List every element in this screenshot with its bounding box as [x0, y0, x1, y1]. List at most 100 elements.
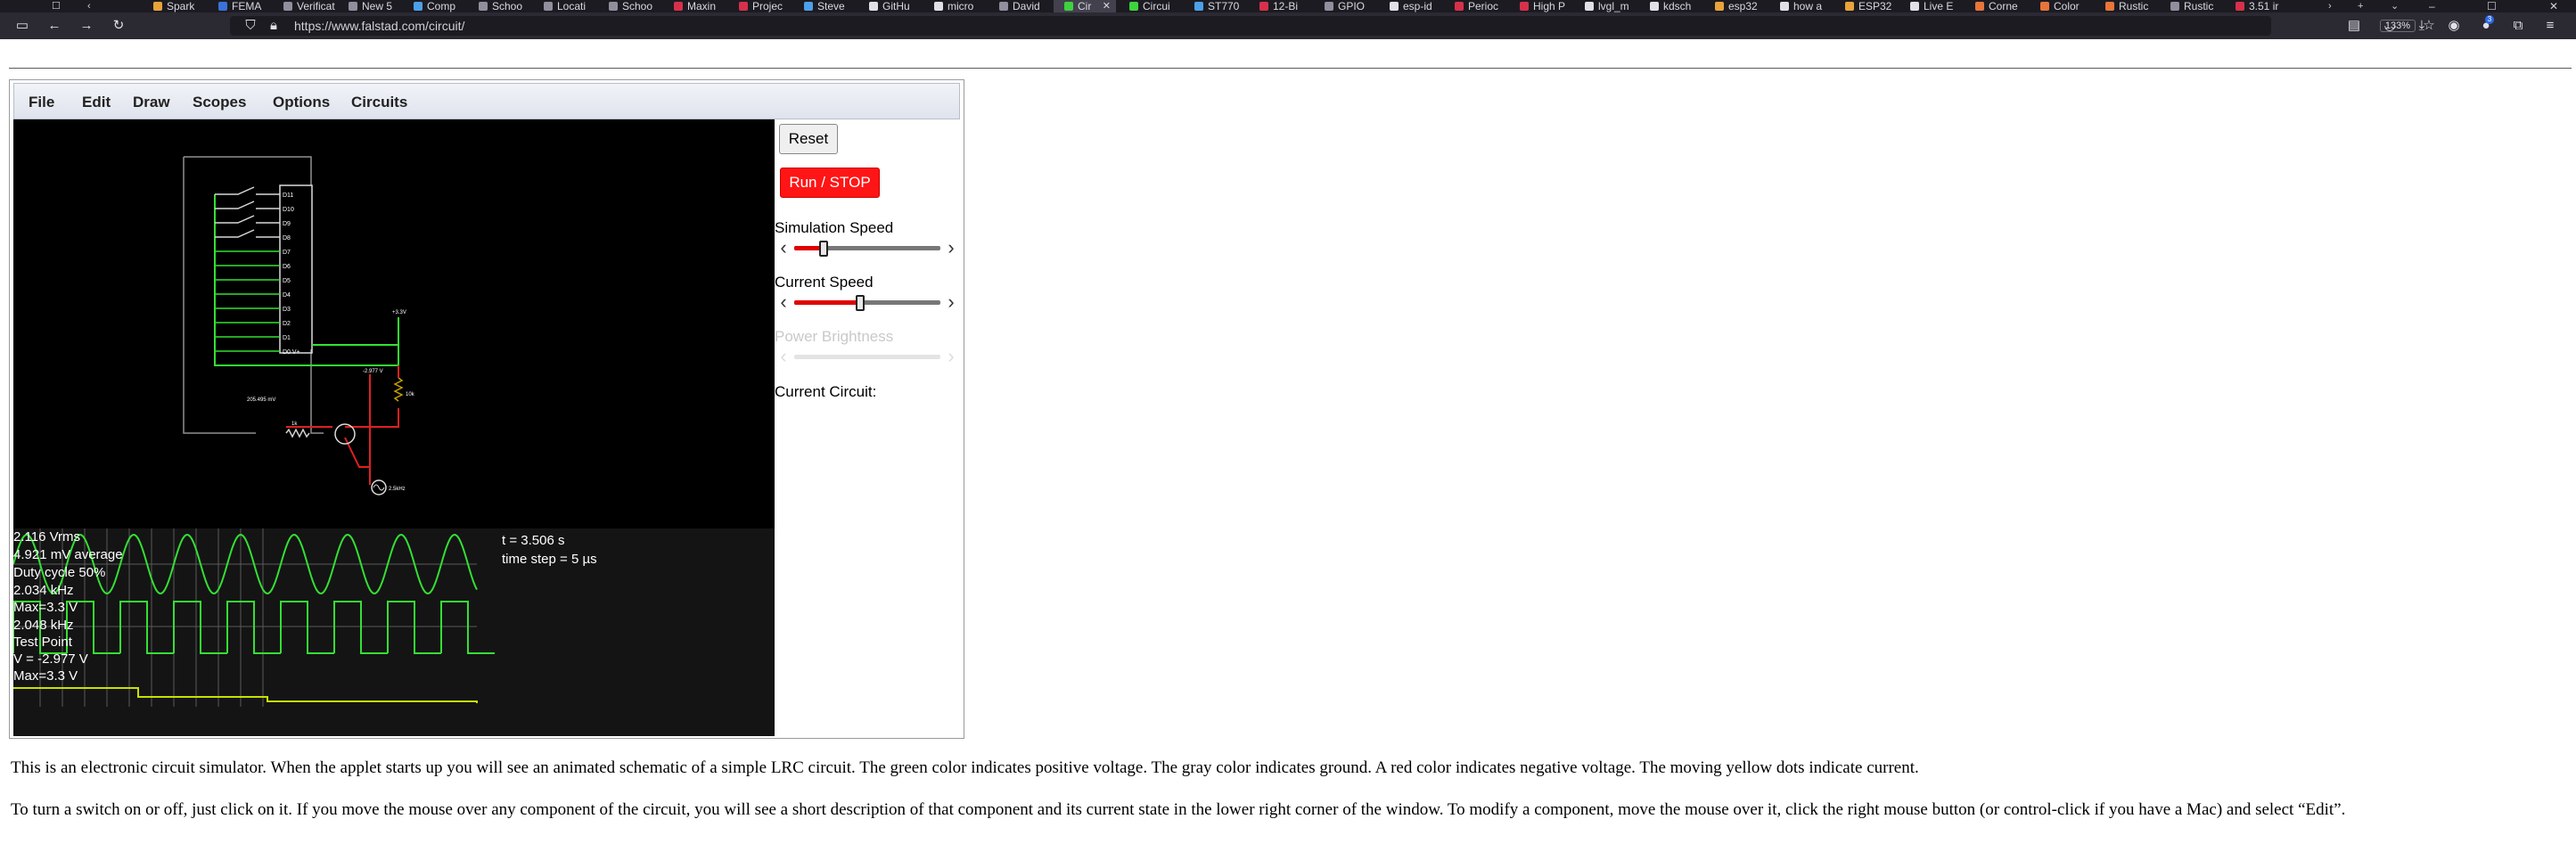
pin-wire[interactable] — [215, 215, 280, 224]
tab-label: micro — [948, 0, 974, 12]
scroll-tabs-right-icon[interactable]: › — [2328, 0, 2332, 12]
scope-traces[interactable] — [13, 528, 775, 736]
browser-tab[interactable]: esp-id — [1379, 0, 1441, 12]
maximize-icon[interactable]: ☐ — [2487, 0, 2497, 12]
resistor-10k[interactable] — [393, 377, 404, 402]
menu-icon[interactable]: ≡ — [2542, 18, 2558, 34]
account-icon[interactable]: ◉ — [2446, 18, 2462, 34]
pin-wire[interactable] — [215, 229, 280, 238]
browser-tab[interactable]: Projec — [728, 0, 791, 12]
browser-tab[interactable]: how a — [1769, 0, 1832, 12]
browser-tab[interactable]: Maxin — [663, 0, 726, 12]
sidebar-toggle-icon[interactable]: ▭ — [14, 18, 30, 34]
url-text[interactable]: https://www.falstad.com/circuit/ — [294, 16, 464, 36]
tab-label: Live E — [1924, 0, 1954, 12]
menu-edit[interactable]: Edit — [82, 84, 111, 120]
browser-tab[interactable]: ESP32 — [1834, 0, 1897, 12]
chevron-right-icon[interactable]: › — [942, 292, 960, 314]
tab-label: esp-id — [1403, 0, 1432, 12]
browser-tab[interactable]: Schoo — [468, 0, 530, 12]
address-bar[interactable]: ⛉ 🔒︎ https://www.falstad.com/circuit/ ▤ … — [230, 16, 2435, 36]
menu-scopes[interactable]: Scopes — [193, 84, 246, 120]
browser-tab[interactable]: Schoo — [598, 0, 660, 12]
browser-tab[interactable]: FEMA — [208, 0, 270, 12]
pin-wire[interactable] — [215, 186, 280, 195]
browser-tab[interactable]: Live E — [1899, 0, 1962, 12]
run-stop-button[interactable]: Run / STOP — [780, 168, 880, 198]
simulation-speed-slider[interactable]: ‹ › — [775, 238, 962, 259]
browser-tab[interactable]: New 5 — [338, 0, 400, 12]
oscilloscope-panel[interactable]: 2.116 Vrms 4.921 mV average Duty cycle 5… — [13, 528, 775, 736]
scope-readout: Max=3.3 V — [13, 668, 78, 684]
browser-tab[interactable]: Corne — [1965, 0, 2027, 12]
close-tab-icon[interactable]: ✕ — [1103, 0, 1111, 12]
reload-icon[interactable]: ↻ — [111, 18, 127, 34]
browser-tab[interactable]: Perioc — [1444, 0, 1506, 12]
dac-pin-rows: D11 D10 D9 D8 D7 D6 D5 D4 D3 D2 D1 D0 V+ — [215, 186, 300, 356]
browser-tab[interactable]: Color — [2030, 0, 2092, 12]
browser-tab[interactable]: GPIO — [1314, 0, 1376, 12]
back-icon[interactable]: ← — [46, 18, 62, 34]
circuit-schematic[interactable]: D11 D10 D9 D8 D7 D6 D5 D4 D3 D2 D1 D0 V+ +3.3V -2.9… — [13, 119, 775, 529]
browser-tab[interactable]: Comp — [403, 0, 465, 12]
tab-favicon-icon — [1845, 2, 1854, 11]
chevron-left-icon[interactable]: ‹ — [775, 292, 792, 314]
forward-icon[interactable]: → — [78, 18, 94, 34]
tab-label: lvgl_m — [1598, 0, 1629, 12]
pin-wire[interactable] — [215, 201, 280, 209]
simulation-speed-label: Simulation Speed — [775, 219, 894, 236]
chevron-right-icon[interactable]: › — [942, 238, 960, 259]
browser-tab[interactable]: Verificatio — [273, 0, 335, 12]
current-circuit-label: Current Circuit: — [775, 383, 877, 400]
chevron-left-icon[interactable]: ‹ — [775, 238, 792, 259]
circuit-canvas[interactable]: D11 D10 D9 D8 D7 D6 D5 D4 D3 D2 D1 D0 V+ +3.3V -2.9… — [13, 119, 775, 736]
browser-tab[interactable]: Rustic — [2160, 0, 2222, 12]
browser-tab[interactable]: ST770 — [1184, 0, 1246, 12]
menu-file[interactable]: File — [29, 84, 54, 120]
resistor-1k[interactable] — [285, 428, 310, 438]
shield-icon[interactable]: ⛉ — [242, 18, 258, 34]
scope-readout: Duty cycle 50% — [13, 565, 106, 580]
tab-list-icon[interactable]: ☐ — [52, 0, 61, 12]
tabs-container: Spark FEMA Verificatio New 5 Comp Schoo Locati… — [143, 0, 2318, 12]
browser-tab[interactable]: kdsch — [1639, 0, 1702, 12]
browser-tab[interactable]: Locati — [533, 0, 595, 12]
browser-tab[interactable]: esp32 — [1704, 0, 1767, 12]
menu-circuits[interactable]: Circuits — [351, 84, 407, 120]
slider-thumb[interactable] — [855, 295, 865, 311]
browser-tab[interactable]: David — [989, 0, 1051, 12]
minimize-icon[interactable]: – — [2429, 0, 2435, 12]
browser-tab[interactable]: Rustic — [2095, 0, 2157, 12]
new-tab-icon[interactable]: + — [2358, 0, 2363, 12]
reader-view-icon[interactable]: ▤ — [2346, 18, 2362, 34]
downloads-icon[interactable]: ⤓ — [2414, 18, 2430, 34]
close-window-icon[interactable]: ✕ — [2549, 0, 2558, 12]
current-speed-slider[interactable]: ‹ › — [775, 292, 962, 314]
extensions-puzzle-icon[interactable]: ⧉ — [2510, 18, 2526, 34]
browser-tab[interactable]: Spark — [143, 0, 205, 12]
browser-tab[interactable]: 12-Bi — [1249, 0, 1311, 12]
tab-favicon-icon — [609, 2, 618, 11]
browser-tab[interactable]: micro — [923, 0, 986, 12]
menu-draw[interactable]: Draw — [133, 84, 170, 120]
tab-label: how a — [1793, 0, 1823, 12]
browser-tab[interactable]: 3.51 ir — [2225, 0, 2287, 12]
menu-options[interactable]: Options — [273, 84, 330, 120]
browser-tab[interactable]: Steve — [793, 0, 856, 12]
power-brightness-label: Power Brightness — [775, 328, 894, 345]
browser-tab[interactable]: GitHu — [858, 0, 921, 12]
lock-icon[interactable]: 🔒︎ — [266, 18, 282, 34]
browser-tab[interactable]: Circui — [1119, 0, 1181, 12]
scroll-tabs-left-icon[interactable]: ‹ — [87, 0, 91, 12]
tab-favicon-icon — [1910, 2, 1919, 11]
reset-button[interactable]: Reset — [779, 124, 838, 154]
pocket-icon[interactable]: ◡ — [2382, 18, 2398, 34]
browser-tab[interactable]: lvgl_m — [1574, 0, 1637, 12]
browser-tab[interactable]: High P — [1509, 0, 1571, 12]
tab-favicon-icon — [674, 2, 683, 11]
slider-thumb[interactable] — [818, 241, 828, 257]
tab-favicon-icon — [2236, 2, 2244, 11]
tab-favicon-icon — [1259, 2, 1268, 11]
tab-label: Rustic — [2184, 0, 2214, 12]
browser-tab[interactable]: Cir ✕ — [1054, 0, 1116, 12]
